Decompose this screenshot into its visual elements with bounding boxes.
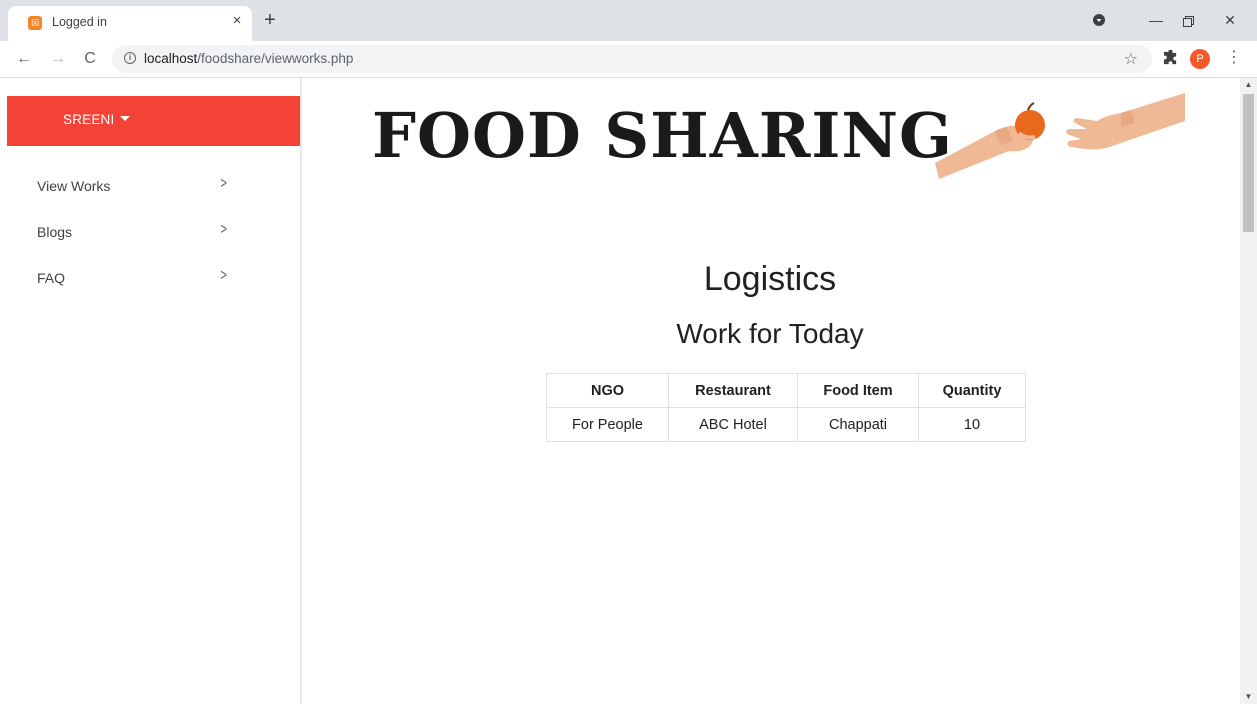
chevron-right-icon: > (220, 175, 227, 192)
reload-icon[interactable]: C (80, 49, 100, 69)
scroll-up-arrow-icon[interactable]: ▲ (1240, 78, 1257, 92)
column-header-food-item: Food Item (797, 373, 919, 408)
works-table: NGO Restaurant Food Item Quantity For Pe… (546, 373, 1026, 442)
tab-close-icon[interactable]: × (228, 12, 246, 30)
address-bar[interactable]: i localhost/foodshare/viewworks.php ☆ (112, 45, 1152, 73)
forward-icon[interactable]: → (48, 49, 68, 69)
window-close-icon[interactable]: ✕ (1210, 6, 1250, 34)
profile-avatar[interactable]: P (1190, 49, 1210, 69)
vertical-scrollbar[interactable]: ▲ ▼ (1240, 78, 1257, 704)
caret-down-icon (120, 116, 131, 121)
url-path: /foodshare/viewworks.php (197, 51, 354, 66)
column-header-restaurant: Restaurant (668, 373, 798, 408)
browser-tab[interactable]: ☒ Logged in × (8, 6, 252, 41)
user-dropdown[interactable]: SREENI (7, 96, 300, 146)
banner-title: FOOD SHARING (372, 99, 953, 172)
cell-ngo: For People (546, 407, 669, 442)
user-name: SREENI (63, 112, 131, 127)
sidebar-item-blogs[interactable]: Blogs > (7, 212, 300, 256)
page-subheading: Work for Today (676, 318, 864, 349)
cell-quantity: 10 (918, 407, 1026, 442)
bookmark-star-icon[interactable]: ☆ (1124, 49, 1138, 69)
browser-toolbar: ← → C i localhost/foodshare/viewworks.ph… (0, 41, 1257, 78)
url-text: localhost/foodshare/viewworks.php (144, 51, 353, 66)
sidebar-item-label: View Works (37, 178, 111, 194)
restore-icon[interactable] (1168, 6, 1208, 34)
column-header-quantity: Quantity (918, 373, 1026, 408)
column-header-ngo: NGO (546, 373, 669, 408)
sharing-hands-icon (935, 93, 1185, 179)
cell-food-item: Chappati (797, 407, 919, 442)
tab-title: Logged in (52, 15, 107, 29)
page-viewport: SREENI View Works > Blogs > FAQ > FOOD S… (0, 78, 1240, 704)
sidebar-item-label: Blogs (37, 224, 73, 240)
scrollbar-thumb[interactable] (1243, 94, 1254, 232)
table-row: For People ABC Hotel Chappati 10 (546, 407, 1026, 442)
url-host: localhost (144, 51, 198, 66)
sidebar-item-view-works[interactable]: View Works > (7, 166, 300, 210)
cell-restaurant: ABC Hotel (668, 407, 798, 442)
extensions-puzzle-icon[interactable] (1163, 50, 1178, 65)
site-info-icon[interactable]: i (124, 52, 136, 64)
scroll-down-arrow-icon[interactable]: ▼ (1240, 690, 1257, 704)
sidebar: SREENI View Works > Blogs > FAQ > (0, 78, 301, 704)
page-heading: Logistics (703, 260, 837, 298)
xampp-favicon-icon: ☒ (28, 16, 42, 30)
back-icon[interactable]: ← (14, 49, 34, 69)
table-header-row: NGO Restaurant Food Item Quantity (546, 373, 1026, 408)
user-name-text: SREENI (63, 112, 115, 127)
browser-menu-icon[interactable]: ⋮ (1226, 48, 1242, 68)
chevron-right-icon: > (220, 221, 227, 238)
new-tab-button[interactable]: + (260, 10, 280, 30)
browser-tab-bar: ☒ Logged in × + — ✕ (0, 0, 1257, 41)
tab-search-icon[interactable] (1093, 14, 1105, 26)
